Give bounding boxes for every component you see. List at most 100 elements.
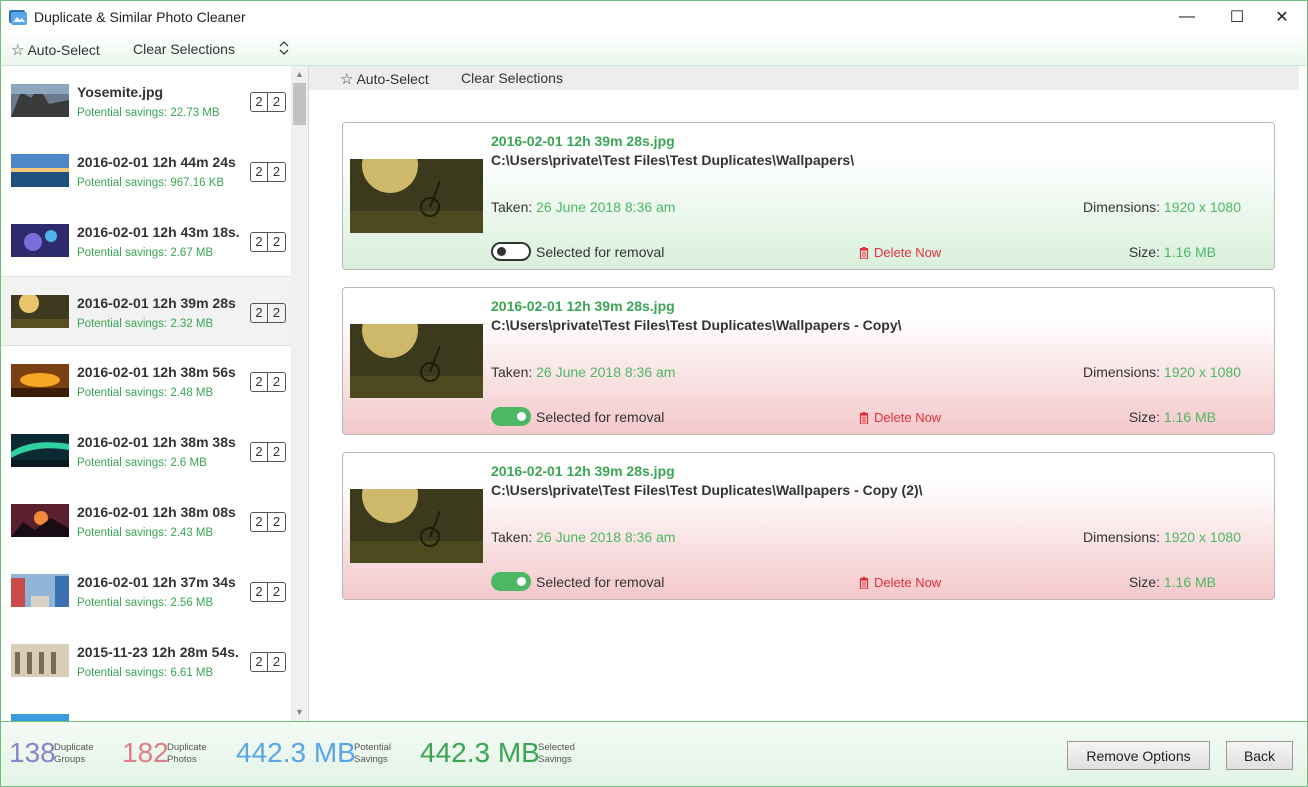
status-bar: 138 Duplicate Groups 182 Duplicate Photos …: [0, 721, 1308, 787]
count-a: 2: [251, 373, 268, 391]
label-line: Duplicate: [167, 742, 207, 753]
taken-label: Taken:: [491, 364, 533, 380]
top-toolbar: ☆ Auto-Select Clear Selections: [0, 34, 1308, 66]
scroll-down-icon[interactable]: ▼: [291, 704, 308, 721]
potential-savings-total: 442.3 MB: [236, 737, 356, 768]
delete-now-button[interactable]: Delete Now: [859, 245, 941, 260]
duplicate-groups-count: 138: [9, 737, 56, 768]
count-b: 2: [272, 444, 281, 459]
potential-savings: Potential savings: 2.32 MB: [77, 318, 214, 330]
title-bar: Duplicate & Similar Photo Cleaner — ☐ ✕: [0, 0, 1308, 34]
dimensions-label: Dimensions:: [1083, 529, 1161, 545]
clear-selections-button[interactable]: Clear Selections: [133, 41, 235, 57]
close-button[interactable]: ✕: [1259, 1, 1305, 33]
potential-savings: Potential savings: 2.56 MB: [77, 597, 214, 609]
auto-select-button[interactable]: ☆ Auto-Select: [11, 41, 100, 59]
group-auto-select-button[interactable]: ☆ Auto-Select: [340, 70, 429, 88]
photo-preview: [350, 159, 483, 233]
count-b: 2: [272, 654, 281, 669]
size-value: 1.16 MB: [1163, 574, 1216, 590]
potential-savings: Potential savings: 2.67 MB: [77, 247, 214, 259]
thumbnail-image: [11, 154, 69, 187]
duplicate-detail-panel: ☆ Auto-Select Clear Selections 2016-02-0…: [309, 66, 1308, 721]
close-icon: ✕: [1275, 9, 1289, 26]
duplicate-count-badge: 22: [250, 92, 286, 112]
group-title: 2016-02-01 12h 43m 18s.: [77, 224, 239, 240]
size-value: 1.16 MB: [1163, 244, 1216, 260]
label-line: Photos: [167, 754, 197, 765]
auto-select-label: Auto-Select: [27, 42, 100, 58]
group-list-item-selected[interactable]: 2016-02-01 12h 39m 28s Potential savings…: [1, 276, 291, 346]
count-a: 2: [251, 304, 268, 322]
duplicate-count-badge: 22: [250, 442, 286, 462]
potential-savings: Potential savings: 2.43 MB: [77, 527, 214, 539]
delete-now-button[interactable]: Delete Now: [859, 575, 941, 590]
dimensions-value: 1920 x 1080: [1163, 364, 1241, 380]
delete-now-label: Delete Now: [874, 410, 942, 425]
group-title: 2015-11-23 12h 28m 54s.: [77, 644, 239, 660]
file-name: 2016-02-01 12h 39m 28s.jpg: [491, 463, 675, 479]
duplicate-count-badge: 22: [250, 232, 286, 252]
taken-value: 26 June 2018 8:36 am: [536, 199, 676, 215]
group-list-item[interactable]: 2016-02-01 12h 44m 24s Potential savings…: [1, 136, 291, 206]
duplicate-groups-label: Duplicate Groups: [54, 742, 94, 766]
auto-select-label: Auto-Select: [356, 71, 429, 87]
sidebar-scrollbar[interactable]: ▲ ▼: [291, 66, 308, 721]
group-list-item[interactable]: Yosemite.jpg Potential savings: 22.73 MB…: [1, 66, 291, 136]
clear-selections-label: Clear Selections: [133, 41, 235, 57]
maximize-icon: ☐: [1229, 9, 1245, 26]
toggle-knob: [517, 577, 526, 586]
dimensions-label: Dimensions:: [1083, 364, 1161, 380]
duplicate-count-badge: 22: [250, 162, 286, 182]
remove-options-label: Remove Options: [1086, 747, 1191, 764]
star-icon: ☆: [11, 42, 25, 59]
thumbnail-image: [11, 574, 69, 607]
size-value: 1.16 MB: [1163, 409, 1216, 425]
delete-now-button[interactable]: Delete Now: [859, 410, 941, 425]
label-line: Savings: [354, 754, 388, 765]
count-a: 2: [251, 513, 268, 531]
back-button[interactable]: Back: [1226, 741, 1293, 770]
removal-toggle-label: Selected for removal: [536, 409, 665, 425]
group-list-panel: Yosemite.jpg Potential savings: 22.73 MB…: [0, 66, 309, 721]
taken-label: Taken:: [491, 199, 533, 215]
group-list-item[interactable]: 2016-02-01 12h 38m 38s Potential savings…: [1, 416, 291, 486]
file-size: Size: 1.16 MB: [1129, 244, 1216, 260]
group-list-item[interactable]: 2016-02-01 12h 43m 18s. Potential saving…: [1, 206, 291, 276]
dimensions-value: 1920 x 1080: [1163, 529, 1241, 545]
potential-savings: Potential savings: 22.73 MB: [77, 107, 220, 119]
delete-now-label: Delete Now: [874, 575, 942, 590]
label-line: Duplicate: [54, 742, 94, 753]
group-list-item-partial[interactable]: [1, 696, 291, 721]
group-list-item[interactable]: 2016-02-01 12h 37m 34s Potential savings…: [1, 556, 291, 626]
duplicate-count-badge: 22: [250, 372, 286, 392]
file-size: Size: 1.16 MB: [1129, 409, 1216, 425]
removal-toggle[interactable]: [491, 407, 531, 426]
group-title: 2016-02-01 12h 39m 28s: [77, 295, 236, 311]
thumbnail-image: [11, 714, 69, 721]
taken-value: 26 June 2018 8:36 am: [536, 364, 676, 380]
thumbnail-image: [11, 364, 69, 397]
removal-toggle[interactable]: [491, 242, 531, 261]
count-b: 2: [272, 584, 281, 599]
group-list-item[interactable]: 2016-02-01 12h 38m 56s Potential savings…: [1, 346, 291, 416]
duplicate-card: 2016-02-01 12h 39m 28s.jpg C:\Users\priv…: [342, 122, 1275, 270]
sort-toggle-icon[interactable]: [277, 40, 291, 57]
scroll-thumb[interactable]: [293, 83, 306, 125]
removal-toggle[interactable]: [491, 572, 531, 591]
count-a: 2: [251, 163, 268, 181]
file-name: 2016-02-01 12h 39m 28s.jpg: [491, 298, 675, 314]
group-list-item[interactable]: 2016-02-01 12h 38m 08s Potential savings…: [1, 486, 291, 556]
trash-icon: [859, 246, 869, 259]
maximize-button[interactable]: ☐: [1214, 1, 1260, 33]
minimize-button[interactable]: —: [1164, 1, 1210, 33]
scroll-up-icon[interactable]: ▲: [291, 66, 308, 83]
remove-options-button[interactable]: Remove Options: [1067, 741, 1210, 770]
count-a: 2: [251, 93, 268, 111]
group-clear-selections-button[interactable]: Clear Selections: [461, 70, 563, 86]
count-b: 2: [272, 514, 281, 529]
potential-savings: Potential savings: 6.61 MB: [77, 667, 214, 679]
group-title: 2016-02-01 12h 38m 38s: [77, 434, 236, 450]
label-line: Potential: [354, 742, 391, 753]
group-list-item[interactable]: 2015-11-23 12h 28m 54s. Potential saving…: [1, 626, 291, 696]
